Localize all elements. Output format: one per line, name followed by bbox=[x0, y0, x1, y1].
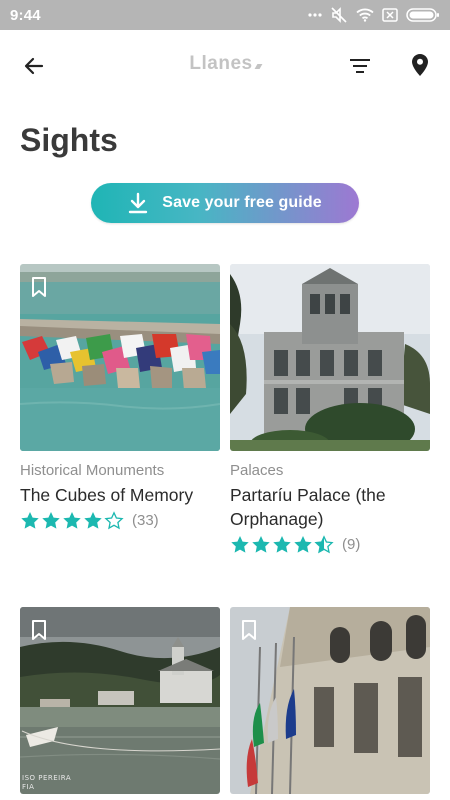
sight-card[interactable]: Historical Monuments The Cubes of Memory… bbox=[20, 264, 220, 530]
rating-count: (9) bbox=[342, 536, 361, 553]
building-flags-photo bbox=[230, 607, 430, 794]
bookmark-icon[interactable] bbox=[31, 276, 47, 298]
sight-card[interactable]: Palaces Partaríu Palace (the Orphanage) … bbox=[230, 264, 430, 554]
star-full-icon bbox=[21, 512, 39, 529]
sight-category: Historical Monuments bbox=[20, 462, 165, 479]
mute-icon bbox=[330, 7, 348, 23]
sim-icon bbox=[382, 8, 398, 22]
page-title: Sights bbox=[20, 122, 118, 158]
star-full-icon bbox=[42, 512, 60, 529]
rating: (9) bbox=[230, 535, 430, 554]
download-icon bbox=[129, 192, 148, 214]
sight-card[interactable] bbox=[230, 607, 430, 794]
sight-image[interactable] bbox=[230, 264, 430, 451]
star-full-icon bbox=[63, 512, 81, 529]
sight-title[interactable]: The Cubes of Memory bbox=[20, 483, 220, 507]
lake-church-photo bbox=[20, 607, 220, 794]
star-full-icon bbox=[231, 536, 249, 553]
status-time: 9:44 bbox=[10, 6, 41, 24]
rating-count: (33) bbox=[132, 512, 159, 529]
save-guide-button[interactable]: Save your free guide bbox=[91, 183, 359, 223]
more-dots-icon bbox=[308, 13, 322, 17]
filter-button[interactable] bbox=[346, 52, 374, 80]
save-guide-label: Save your free guide bbox=[162, 194, 322, 211]
star-empty-icon bbox=[104, 511, 124, 530]
filter-icon bbox=[350, 59, 370, 73]
star-full-icon bbox=[84, 512, 102, 529]
star-full-icon bbox=[294, 536, 312, 553]
battery-icon bbox=[406, 8, 440, 22]
map-button[interactable] bbox=[406, 50, 434, 80]
rating: (33) bbox=[20, 511, 220, 530]
star-full-icon bbox=[273, 536, 291, 553]
bookmark-icon[interactable] bbox=[241, 619, 257, 641]
app-logo-text: Llanes bbox=[189, 53, 253, 74]
status-bar: 9:44 bbox=[0, 0, 450, 30]
star-full-icon bbox=[252, 536, 270, 553]
location-pin-icon bbox=[412, 54, 428, 76]
sight-image[interactable] bbox=[230, 607, 430, 794]
sight-category: Palaces bbox=[230, 462, 284, 479]
sight-title[interactable]: Partaríu Palace (the Orphanage) bbox=[230, 483, 430, 531]
star-half-icon bbox=[314, 535, 334, 554]
cubes-photo bbox=[20, 264, 220, 451]
app-bar: Llanes bbox=[0, 30, 450, 100]
sight-card[interactable]: ISO PEREIRA FIA bbox=[20, 607, 220, 794]
logo-mark-icon bbox=[254, 64, 263, 69]
status-icons bbox=[308, 7, 440, 23]
palace-photo bbox=[230, 264, 430, 451]
sight-image[interactable]: ISO PEREIRA FIA bbox=[20, 607, 220, 794]
wifi-icon bbox=[356, 8, 374, 22]
bookmark-icon[interactable] bbox=[31, 619, 47, 641]
app-logo: Llanes bbox=[0, 53, 450, 75]
sight-image[interactable] bbox=[20, 264, 220, 451]
photo-credit: ISO PEREIRA FIA bbox=[22, 774, 72, 791]
